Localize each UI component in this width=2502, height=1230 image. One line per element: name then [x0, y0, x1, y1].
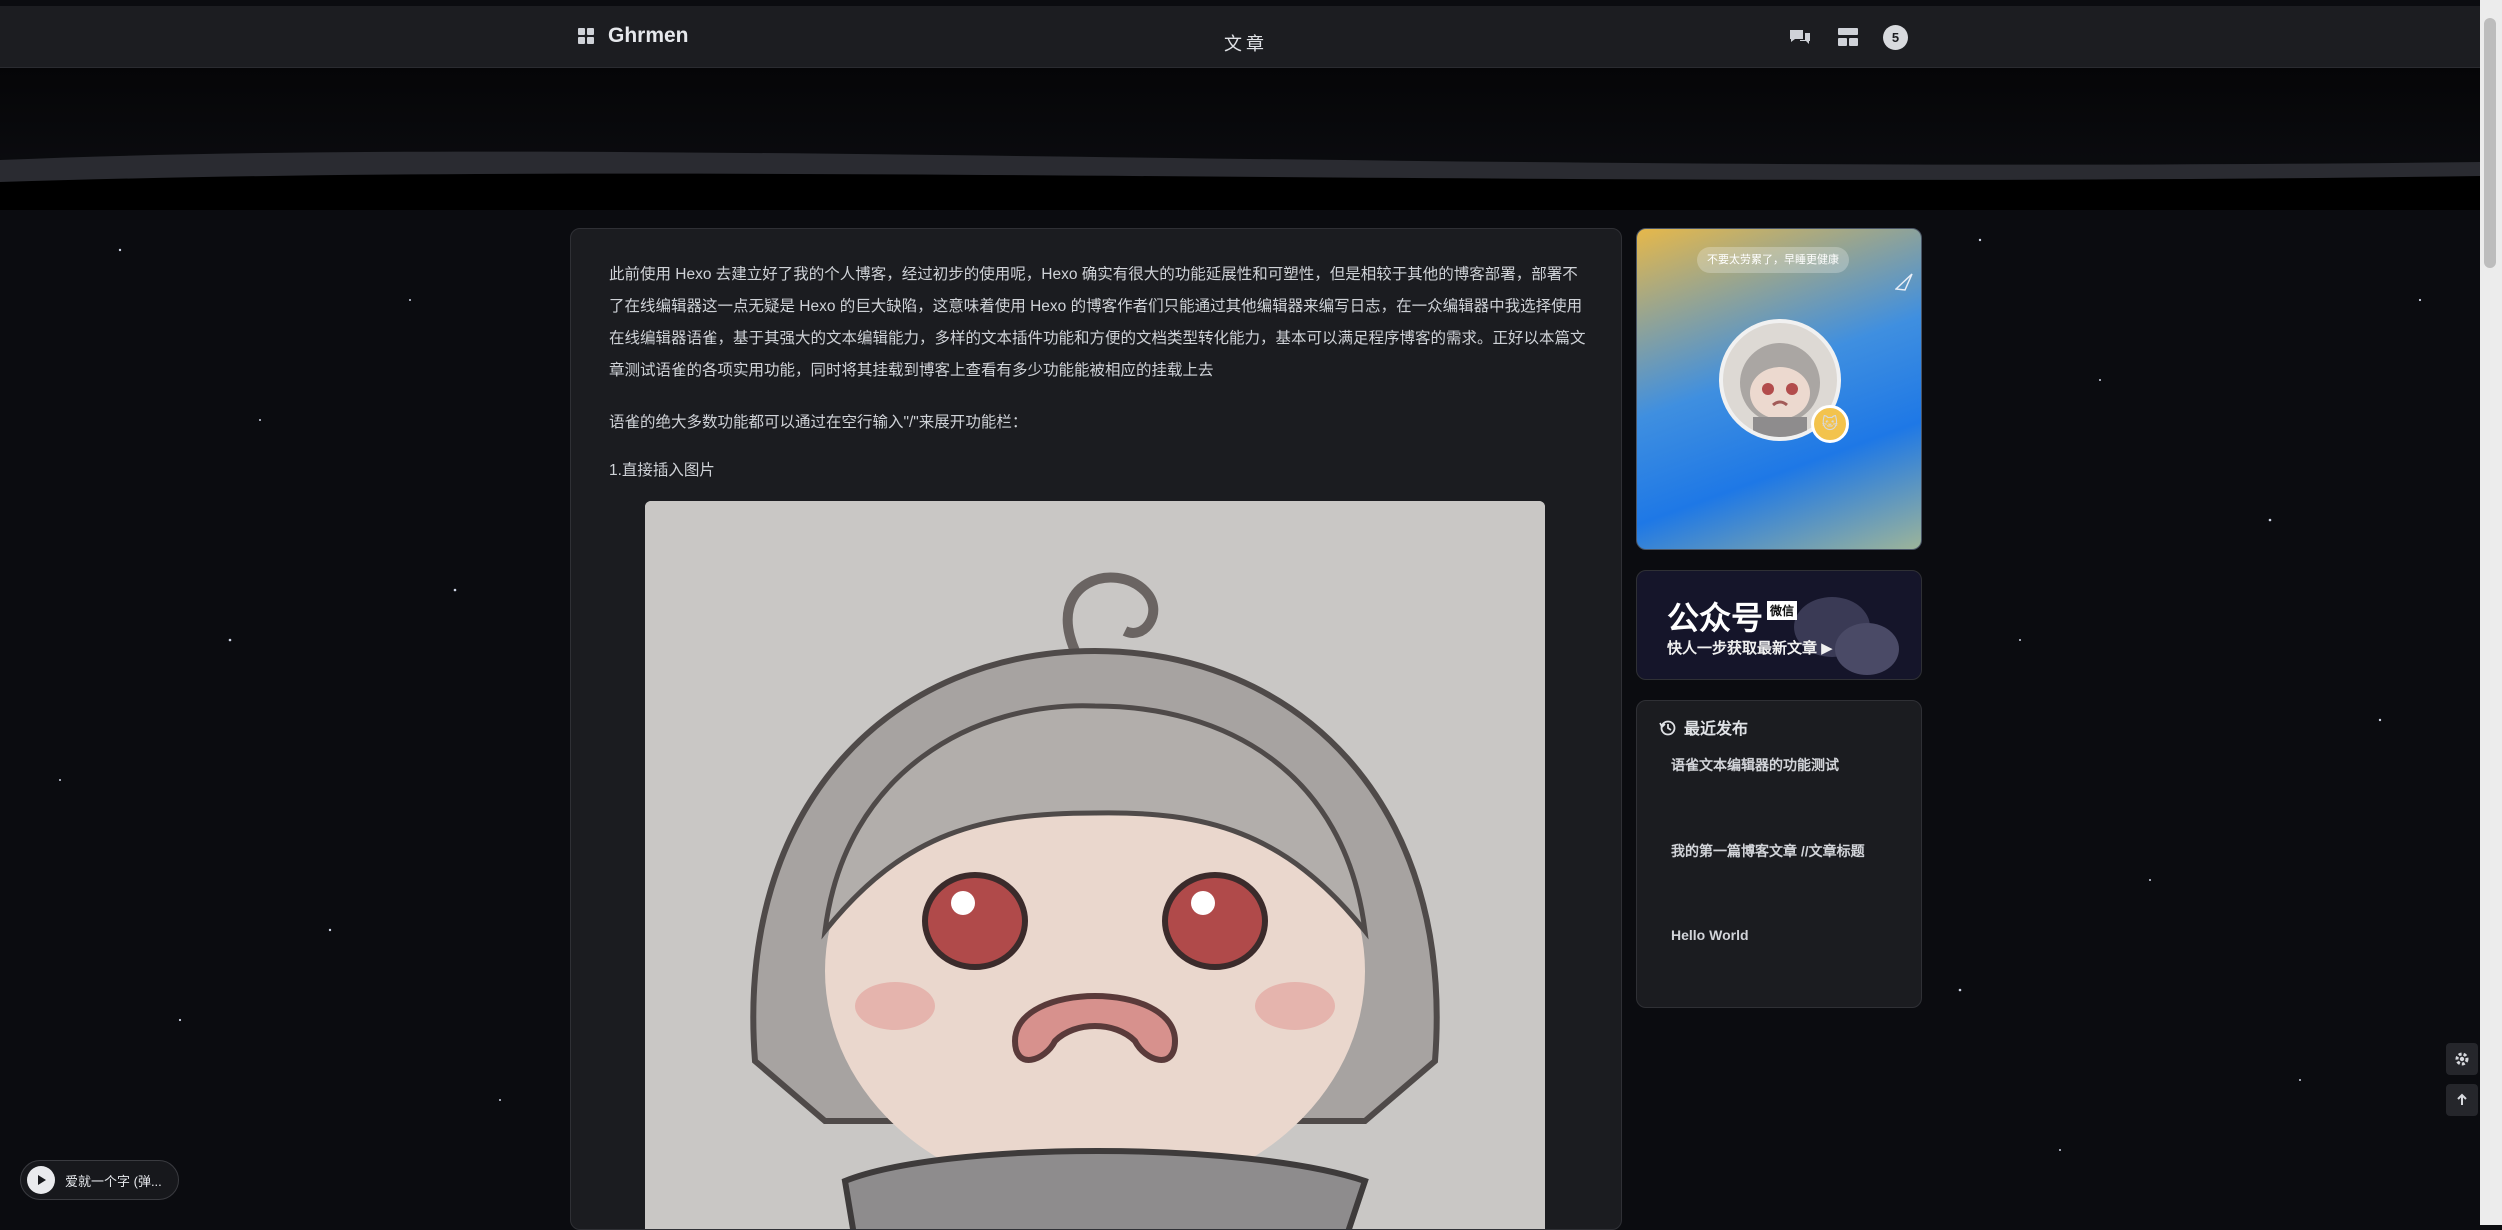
article-paragraph-intro: 此前使用 Hexo 去建立好了我的个人博客，经过初步的使用呢，Hexo 确实有很… [609, 266, 1586, 379]
wechat-subtitle: 快人一步获取最新文章 ▶ [1667, 640, 1833, 657]
article-paragraph-insert-image: 1.直接插入图片 [609, 462, 715, 479]
scrollbar-thumb[interactable] [2484, 18, 2496, 268]
brand[interactable]: Ghrmen [578, 24, 689, 48]
navbar-actions: 5 [1787, 24, 1908, 50]
recent-posts-card: 最近发布 语雀文本编辑器的功能测试 我的第一篇博客文章 //文章标题 Hello… [1636, 700, 1922, 1008]
profile-card: 不要太劳累了，早睡更健康 🐱 [1636, 228, 1922, 550]
recent-posts-title: 最近发布 [1684, 721, 1749, 738]
top-navbar: Ghrmen 文章 5 [0, 6, 2480, 68]
notification-badge[interactable]: 5 [1883, 24, 1908, 50]
settings-button[interactable] [2446, 1043, 2478, 1075]
header-wave [0, 151, 2480, 210]
layout-icon[interactable] [1835, 24, 1861, 50]
page-scrollbar[interactable] [2480, 0, 2502, 1225]
profile-slogan: 不要太劳累了，早睡更健康 [1697, 247, 1849, 273]
back-to-top-button[interactable] [2446, 1084, 2478, 1116]
article-image[interactable] [645, 501, 1545, 1229]
recent-post-link[interactable]: 我的第一篇博客文章 //文章标题 [1671, 841, 1865, 861]
article-paragraph-feature: 语雀的绝大多数功能都可以通过在空行输入"/"来展开功能栏： [609, 414, 1028, 431]
gear-icon [2455, 1052, 2469, 1066]
wechat-card[interactable]: 公众号 微信 快人一步获取最新文章 ▶ [1636, 570, 1922, 680]
menu-grid-icon[interactable] [578, 28, 594, 44]
history-icon [1659, 720, 1676, 735]
recent-post-link[interactable]: 语雀文本编辑器的功能测试 [1671, 755, 1839, 775]
article-card: 此前使用 Hexo 去建立好了我的个人博客，经过初步的使用呢，Hexo 确实有很… [570, 228, 1622, 1230]
wechat-tag: 微信 [1767, 601, 1798, 620]
paper-plane-icon [1894, 273, 1913, 296]
site-name[interactable]: Ghrmen [608, 24, 689, 48]
music-player[interactable]: 爱就一个字 (弹... [20, 1160, 179, 1200]
chat-icon[interactable] [1787, 24, 1813, 50]
arrow-up-icon [2457, 1093, 2467, 1105]
page-title: 文章 [1224, 34, 1268, 54]
wechat-title: 公众号 [1667, 600, 1764, 636]
anime-character-illustration [645, 501, 1545, 1229]
recent-post-link[interactable]: Hello World [1671, 927, 1749, 943]
wechat-logo-icon [1794, 597, 1899, 675]
cat-emoji-icon: 🐱 [1811, 405, 1849, 443]
play-icon[interactable] [27, 1166, 55, 1194]
recent-posts-header: 最近发布 [1659, 715, 1748, 739]
music-track-title: 爱就一个字 (弹... [65, 1173, 162, 1189]
